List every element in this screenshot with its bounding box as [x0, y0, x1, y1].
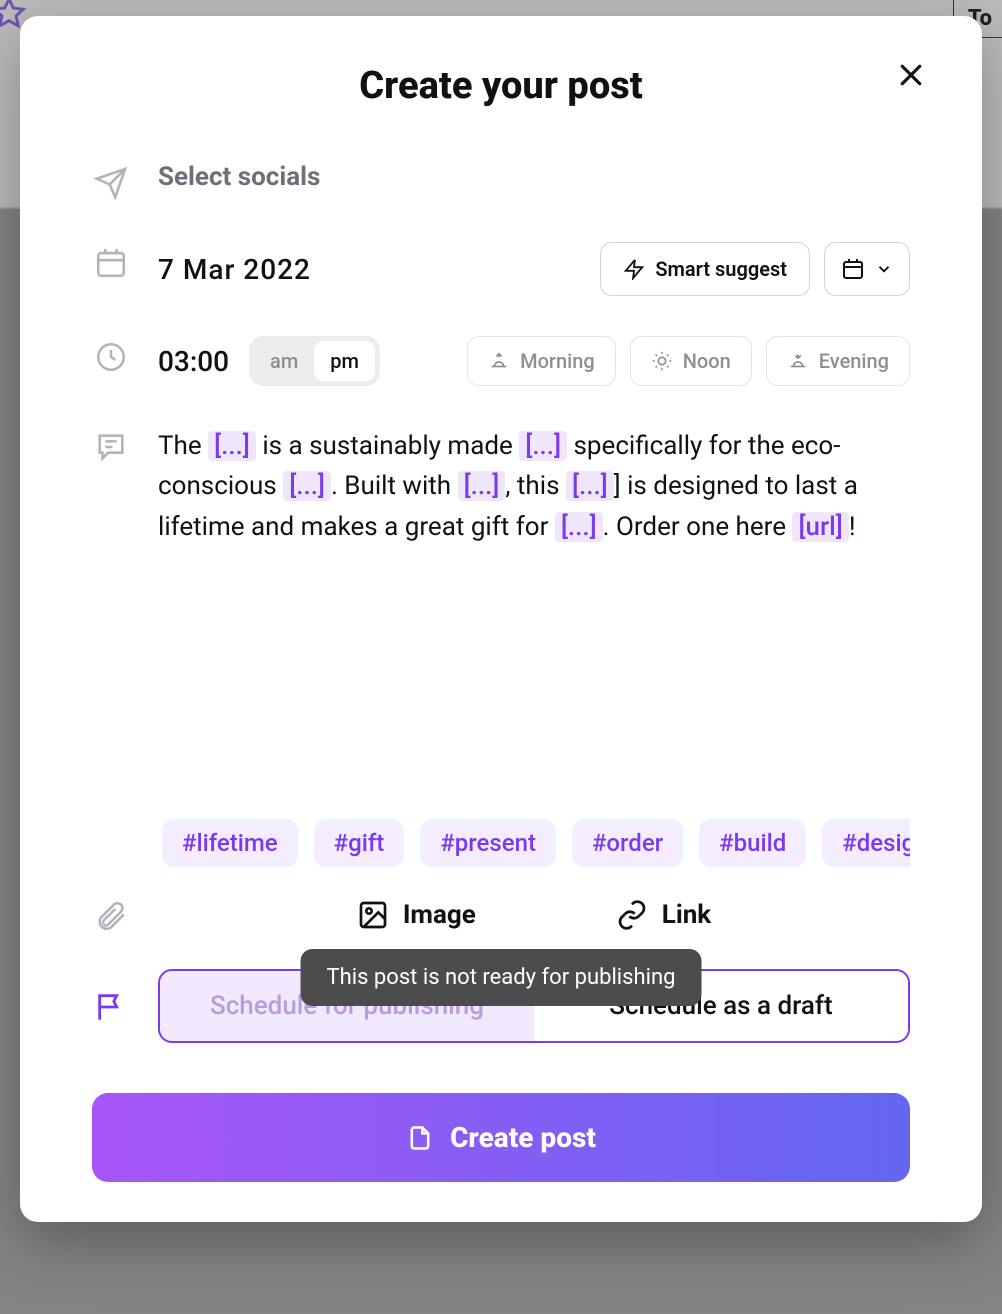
sunrise-icon	[488, 350, 510, 372]
noon-chip[interactable]: Noon	[630, 336, 752, 386]
create-post-button[interactable]: Create post	[92, 1093, 910, 1182]
placeholder-token[interactable]: [...]	[458, 471, 506, 501]
flag-icon	[92, 988, 130, 1026]
url-token[interactable]: [url]	[792, 512, 848, 542]
text: , this	[505, 471, 566, 501]
morning-label: Morning	[520, 349, 595, 373]
attach-image-button[interactable]: Image	[357, 899, 476, 931]
hashtag-chip[interactable]: #present	[420, 819, 556, 867]
close-button[interactable]	[896, 60, 926, 90]
sunset-icon	[787, 350, 809, 372]
hashtag-chip[interactable]: #build	[699, 819, 806, 867]
link-icon	[616, 899, 648, 931]
ampm-toggle: am pm	[249, 336, 380, 386]
post-content[interactable]: The [...] is a sustainably made [...] sp…	[158, 426, 910, 547]
placeholder-token[interactable]: [...]	[283, 471, 331, 501]
placeholder-token[interactable]: [...]	[208, 431, 256, 461]
paperclip-icon	[92, 897, 130, 935]
create-post-label: Create post	[450, 1121, 596, 1154]
date-row: 7 Mar 2022 Smart suggest	[92, 242, 910, 296]
text: . Order one here	[603, 512, 793, 542]
text: !	[849, 512, 856, 542]
text: The	[158, 431, 208, 461]
socials-row: Select socials	[92, 162, 910, 202]
date-picker-button[interactable]	[824, 242, 910, 296]
morning-chip[interactable]: Morning	[467, 336, 616, 386]
pm-option[interactable]: pm	[314, 341, 375, 381]
select-socials-button[interactable]: Select socials	[158, 162, 320, 192]
text: . Built with	[331, 471, 458, 501]
content-row: The [...] is a sustainably made [...] sp…	[92, 426, 910, 547]
calendar-icon	[92, 244, 130, 282]
modal-title: Create your post	[92, 64, 910, 108]
image-icon	[357, 899, 389, 931]
placeholder-token[interactable]: [...]	[519, 431, 567, 461]
link-label: Link	[662, 900, 711, 930]
hashtag-chip[interactable]: #gift	[314, 819, 405, 867]
date-display[interactable]: 7 Mar 2022	[158, 253, 586, 286]
not-ready-tooltip: This post is not ready for publishing	[301, 949, 702, 1006]
evening-label: Evening	[819, 349, 889, 373]
file-icon	[406, 1124, 434, 1152]
create-post-modal: Create your post Select socials 7 Mar 20…	[20, 16, 982, 1222]
chevron-down-icon	[875, 260, 893, 278]
attach-link-button[interactable]: Link	[616, 899, 711, 931]
message-icon	[92, 428, 130, 466]
evening-chip[interactable]: Evening	[766, 336, 910, 386]
send-icon	[92, 164, 130, 202]
text: is a sustainably made	[256, 431, 519, 461]
time-display[interactable]: 03:00	[158, 345, 229, 378]
am-option[interactable]: am	[254, 341, 314, 381]
hashtag-chip[interactable]: #lifetime	[162, 819, 298, 867]
attachment-row: Image Link This post is not ready for pu…	[92, 895, 910, 935]
clock-icon	[92, 338, 130, 376]
hashtag-chip[interactable]: #designed	[822, 819, 910, 867]
smart-suggest-button[interactable]: Smart suggest	[600, 242, 810, 296]
placeholder-token[interactable]: [...]	[555, 512, 603, 542]
sun-icon	[651, 350, 673, 372]
hashtag-suggestions: #lifetime #gift #present #order #build #…	[92, 815, 910, 867]
smart-suggest-label: Smart suggest	[655, 257, 787, 281]
hashtag-chip[interactable]: #order	[572, 819, 683, 867]
image-label: Image	[403, 900, 476, 930]
placeholder-token[interactable]: [...]	[566, 471, 614, 501]
noon-label: Noon	[683, 349, 731, 373]
time-row: 03:00 am pm Morning Noon Evening	[92, 336, 910, 386]
